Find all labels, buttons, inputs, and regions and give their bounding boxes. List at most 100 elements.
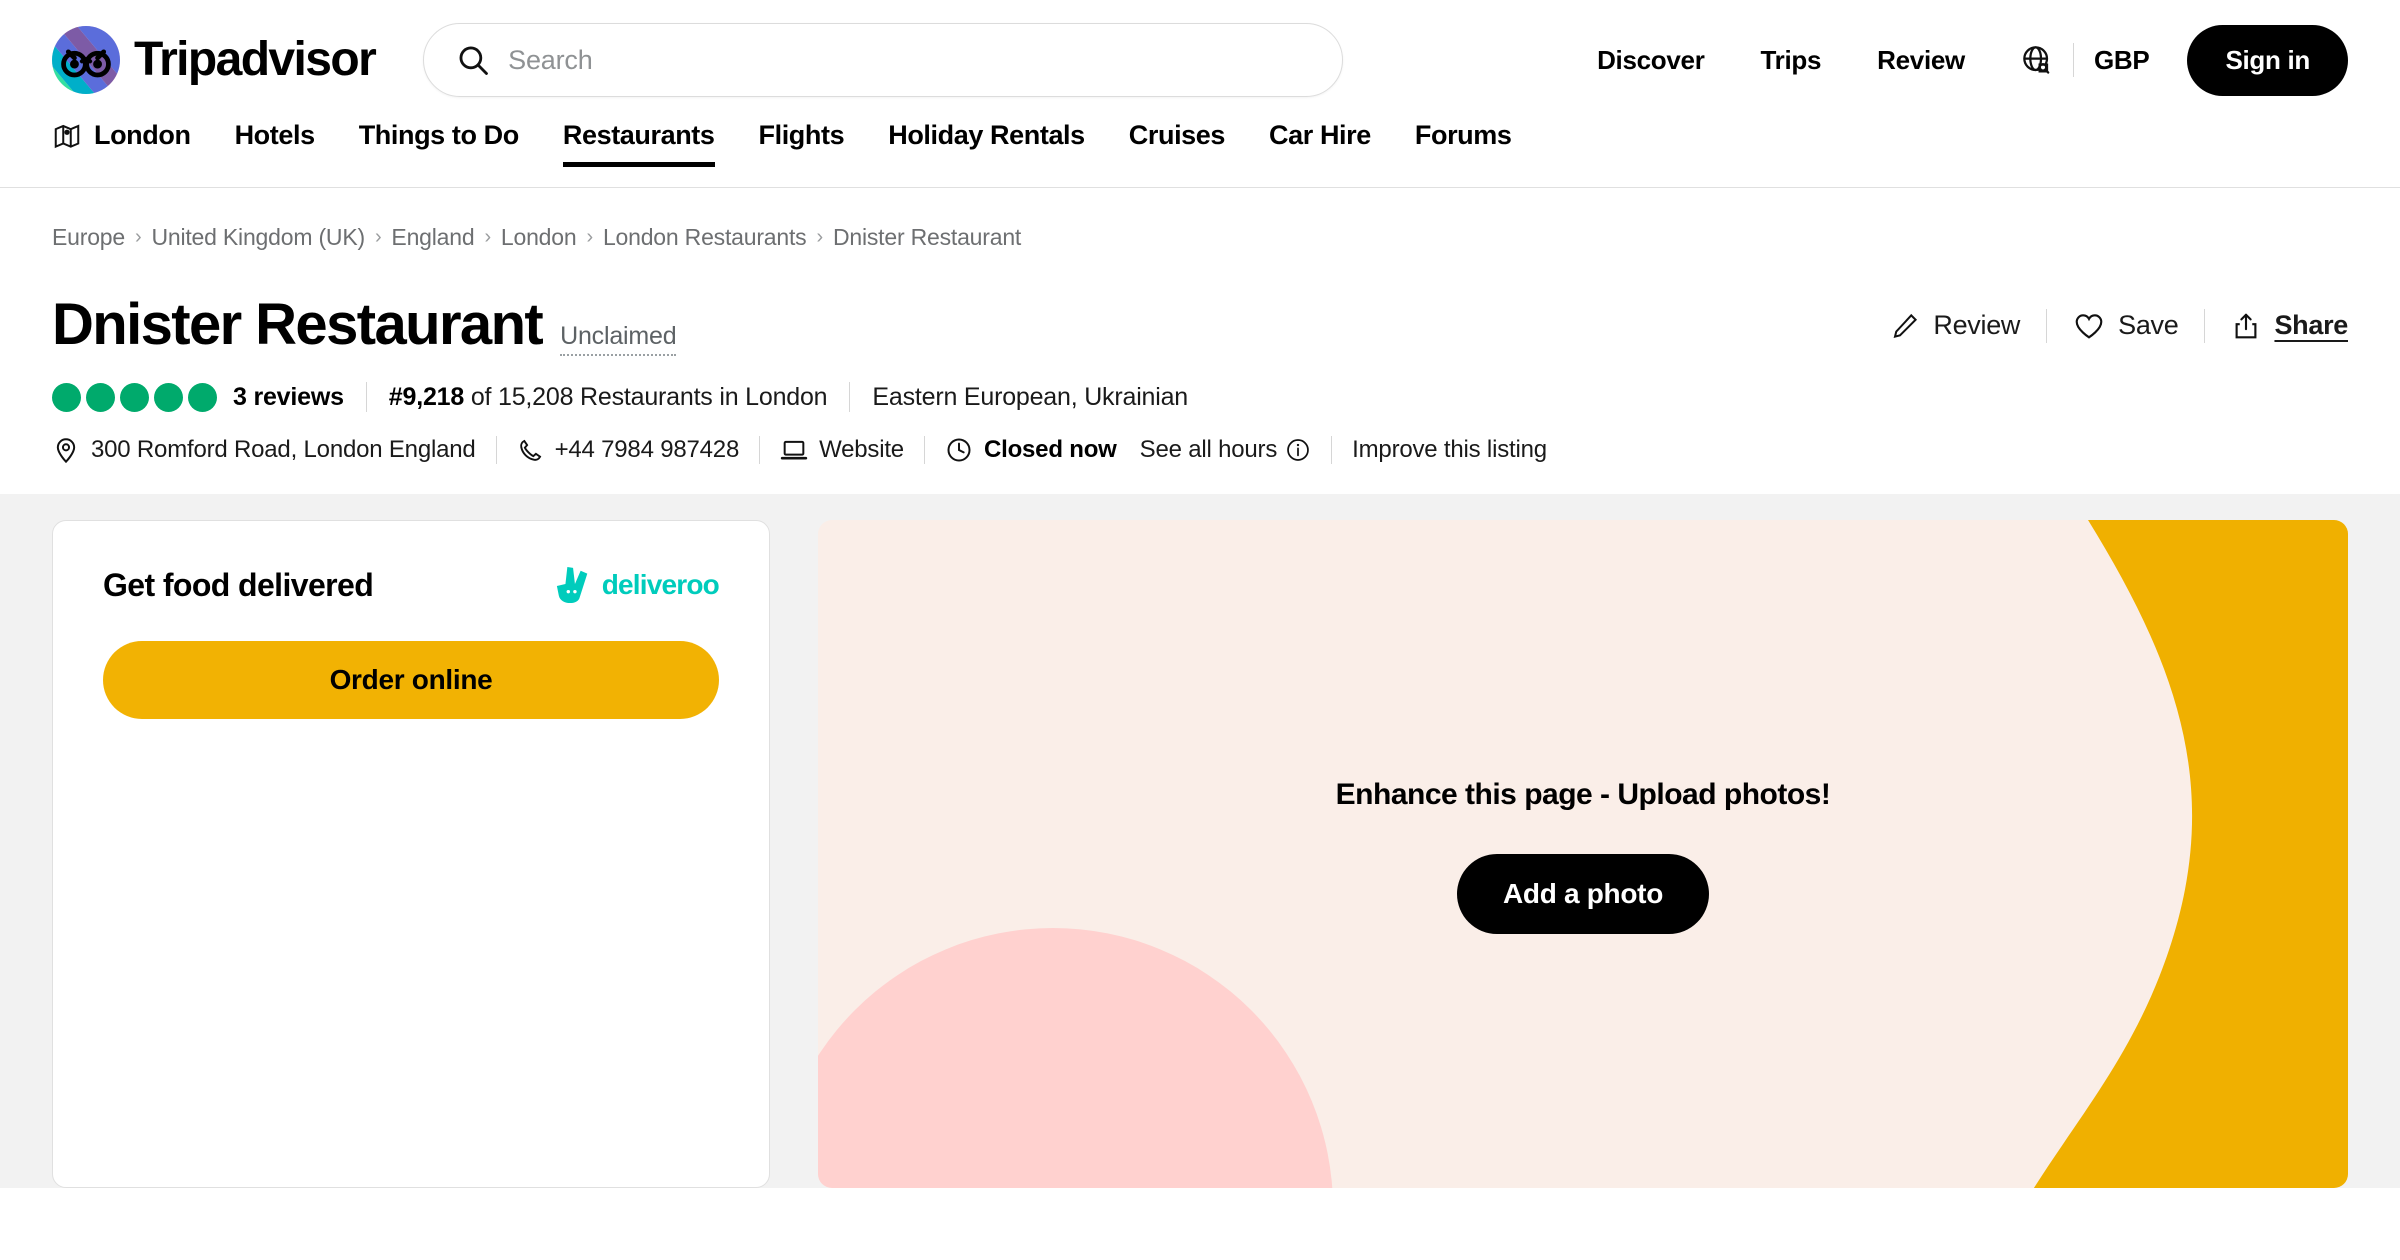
nav-label-london: London xyxy=(94,120,191,150)
breadcrumb-separator: › xyxy=(484,226,491,248)
page-title: Dnister Restaurant xyxy=(52,292,544,357)
hours-item[interactable]: Closed now See all hours xyxy=(945,436,1311,464)
address-item[interactable]: 300 Romford Road, London England xyxy=(52,436,476,464)
breadcrumb-item-london-restaurants[interactable]: London Restaurants xyxy=(603,224,807,251)
laptop-icon xyxy=(780,436,808,464)
website-label: Website xyxy=(819,436,904,463)
divider xyxy=(849,382,851,412)
nav-item-restaurants[interactable]: Restaurants xyxy=(541,120,737,167)
delivery-card-title: Get food delivered xyxy=(103,566,374,603)
nav-item-holiday-rentals[interactable]: Holiday Rentals xyxy=(866,120,1107,167)
deliveroo-logo: deliveroo xyxy=(555,565,720,605)
rank-suffix: of 15,208 Restaurants in London xyxy=(470,382,828,411)
hours-status: Closed now xyxy=(983,436,1117,463)
improve-listing-link[interactable]: Improve this listing xyxy=(1352,436,1547,464)
rating-row: 3 reviews #9,218 of 15,208 Restaurants i… xyxy=(52,382,2348,412)
order-online-button[interactable]: Order online xyxy=(103,641,719,719)
language-currency-group[interactable]: GBP xyxy=(1993,43,2165,77)
location-pin-icon xyxy=(52,436,80,464)
rating-bubble xyxy=(86,382,115,412)
add-a-photo-button[interactable]: Add a photo xyxy=(1457,854,1709,934)
save-button[interactable]: Save xyxy=(2047,310,2204,342)
nav-item-car-hire[interactable]: Car Hire xyxy=(1247,120,1393,167)
website-item[interactable]: Website xyxy=(780,436,904,464)
tripadvisor-owl-icon xyxy=(52,26,120,94)
content-area: Get food delivered deliveroo Order onlin… xyxy=(0,494,2400,1188)
phone-item[interactable]: +44 7984 987428 xyxy=(517,436,739,464)
rating-bubble xyxy=(52,382,81,412)
map-marker-icon xyxy=(52,121,82,151)
rating-bubble xyxy=(154,382,183,412)
search-placeholder: Search xyxy=(508,44,593,75)
divider xyxy=(365,382,367,412)
share-button[interactable]: Share xyxy=(2205,310,2348,341)
rating-bubbles xyxy=(52,382,217,412)
nav-item-hotels[interactable]: Hotels xyxy=(213,120,337,167)
breadcrumb-item-united-kingdom[interactable]: United Kingdom (UK) xyxy=(151,224,365,251)
site-header: Tripadvisor Search Discover Trips Review xyxy=(0,0,2400,120)
divider xyxy=(923,436,925,464)
decorative-pink-circle xyxy=(818,928,1333,1188)
breadcrumb-item-london[interactable]: London xyxy=(501,224,577,251)
cuisine-tags[interactable]: Eastern European, Ukrainian xyxy=(872,383,1188,412)
tripadvisor-logo[interactable]: Tripadvisor xyxy=(52,26,377,94)
info-circle-icon[interactable] xyxy=(1285,437,1311,463)
delivery-card: Get food delivered deliveroo Order onlin… xyxy=(52,520,770,1188)
breadcrumb-separator: › xyxy=(586,226,593,248)
reviews-count[interactable]: 3 reviews xyxy=(233,383,344,412)
photo-upload-card: Enhance this page - Upload photos! Add a… xyxy=(818,520,2348,1188)
breadcrumb-item-europe[interactable]: Europe xyxy=(52,224,125,251)
breadcrumb-item-england[interactable]: England xyxy=(391,224,474,251)
globe-language-icon[interactable] xyxy=(2021,44,2053,76)
clock-icon xyxy=(945,436,973,464)
photo-prompt-text: Enhance this page - Upload photos! xyxy=(1335,778,1831,811)
phone-icon xyxy=(517,437,544,464)
search-icon xyxy=(456,43,490,77)
currency-selector[interactable]: GBP xyxy=(2094,45,2155,76)
deliveroo-kangaroo-icon xyxy=(555,565,593,605)
header-right-nav: Discover Trips Review GBP Sign in xyxy=(1569,24,2348,96)
header-link-review[interactable]: Review xyxy=(1849,45,1993,76)
poi-action-buttons: Review Save Share xyxy=(1864,308,2348,343)
review-button-label: Review xyxy=(1933,310,2021,340)
breadcrumb-item-current: Dnister Restaurant xyxy=(832,224,1022,250)
delivery-card-header: Get food delivered deliveroo xyxy=(103,565,720,605)
sign-in-button[interactable]: Sign in xyxy=(2187,24,2348,96)
category-nav: London Hotels Things to Do Restaurants F… xyxy=(0,120,2400,188)
brand-name: Tripadvisor xyxy=(134,33,377,86)
review-button[interactable]: Review xyxy=(1864,310,2046,341)
nav-item-flights[interactable]: Flights xyxy=(737,120,867,167)
nav-item-things-to-do[interactable]: Things to Do xyxy=(337,120,541,167)
title-row: Dnister Restaurant Unclaimed Review Save xyxy=(52,292,2348,357)
divider xyxy=(1331,436,1333,464)
breadcrumb-separator: › xyxy=(816,226,823,248)
header-link-discover[interactable]: Discover xyxy=(1569,45,1732,76)
rating-bubble xyxy=(120,382,149,412)
share-upload-icon xyxy=(2231,311,2261,341)
search-input[interactable]: Search xyxy=(423,23,1344,97)
address-text: 300 Romford Road, London England xyxy=(91,436,476,463)
share-button-label: Share xyxy=(2274,310,2348,340)
improve-listing-label: Improve this listing xyxy=(1352,436,1547,463)
unclaimed-badge[interactable]: Unclaimed xyxy=(560,322,677,356)
header-link-trips[interactable]: Trips xyxy=(1733,45,1850,76)
rating-bubble xyxy=(188,382,217,412)
heart-icon xyxy=(2073,310,2105,342)
divider xyxy=(2072,43,2074,77)
nav-item-cruises[interactable]: Cruises xyxy=(1107,120,1247,167)
breadcrumb-separator: › xyxy=(134,226,142,248)
rank-number: #9,218 xyxy=(388,382,465,411)
nav-item-forums[interactable]: Forums xyxy=(1393,120,1534,167)
photo-upload-prompt: Enhance this page - Upload photos! Add a… xyxy=(818,778,2348,934)
divider xyxy=(759,436,761,464)
divider xyxy=(495,436,497,464)
breadcrumb: Europe › United Kingdom (UK) › England ›… xyxy=(0,188,2400,251)
pencil-icon xyxy=(1890,311,1920,341)
poi-details-row: 300 Romford Road, London England +44 798… xyxy=(52,436,2348,494)
breadcrumb-separator: › xyxy=(374,226,382,248)
deliveroo-wordmark: deliveroo xyxy=(601,569,720,600)
poi-header: Dnister Restaurant Unclaimed Review Save xyxy=(0,292,2400,494)
see-all-hours-link[interactable]: See all hours xyxy=(1140,436,1312,464)
save-button-label: Save xyxy=(2118,310,2179,340)
nav-item-london[interactable]: London xyxy=(52,120,213,167)
